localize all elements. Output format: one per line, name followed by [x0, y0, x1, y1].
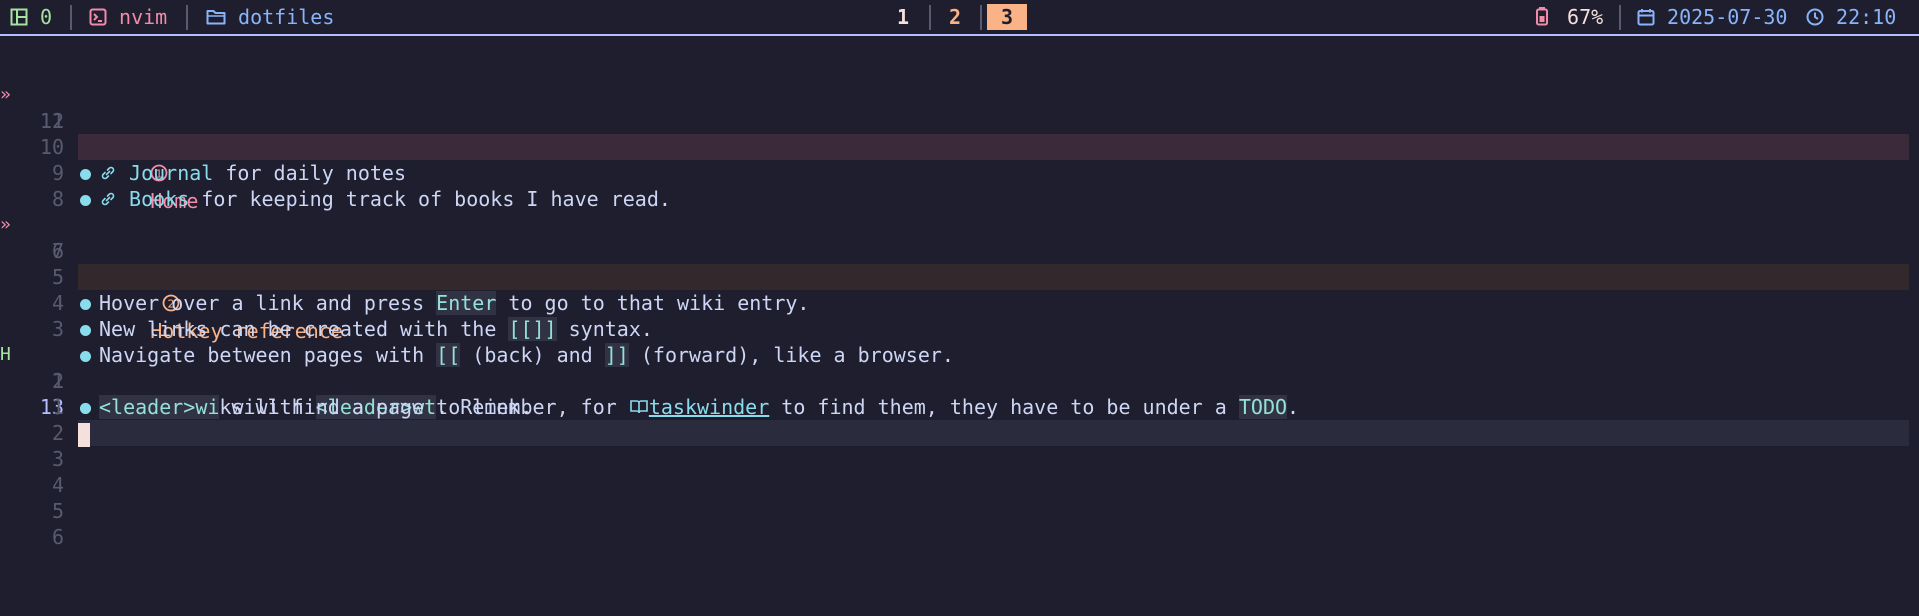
buffer-line[interactable]: » 12 1 Home: [0, 56, 1919, 213]
tmux-status-bar: 0 nvim dotfiles 1 2 3 67% 2025-07-30 22:…: [0, 0, 1919, 36]
line-number: 5: [51, 499, 64, 523]
divider: [929, 5, 931, 30]
buffer-line[interactable]: 5 Hover over a link and press Enter to g…: [0, 238, 1919, 315]
divider: [1619, 5, 1621, 30]
divider: [980, 5, 982, 30]
buffer-line[interactable]: 2: [0, 420, 1919, 446]
layout-icon: [10, 6, 28, 32]
divider: [186, 5, 188, 30]
directory-label: dotfiles: [238, 5, 335, 29]
line-number: 2: [51, 421, 64, 445]
cursor-line[interactable]: 13: [0, 368, 1919, 447]
tab-1[interactable]: 1: [897, 4, 909, 30]
buffer-line[interactable]: 9 Books for keeping track of books I hav…: [0, 134, 1919, 211]
buffer-line[interactable]: 6: [0, 212, 1919, 263]
line-number: 4: [51, 473, 64, 497]
terminal-icon: [89, 6, 107, 32]
line-number: 3: [51, 447, 64, 471]
window-name[interactable]: nvim: [89, 4, 167, 30]
buffer-line[interactable]: 4 New links can be created with the [[]]…: [0, 264, 1919, 341]
buffer-line[interactable]: 4: [0, 472, 1919, 498]
buffer-line[interactable]: 6: [0, 524, 1919, 550]
time-indicator: 22:10: [1806, 4, 1896, 30]
battery-indicator: 67%: [1535, 4, 1603, 30]
session-indicator[interactable]: 0: [10, 4, 52, 30]
buffer-line[interactable]: 3 Navigate between pages with [[ (back) …: [0, 290, 1919, 367]
buffer-line[interactable]: 8: [0, 160, 1919, 211]
line-number: 6: [51, 525, 64, 549]
folder-icon: [206, 6, 226, 32]
divider: [70, 5, 72, 30]
battery-percent: 67%: [1567, 5, 1604, 29]
calendar-icon: [1637, 6, 1655, 32]
clock-icon: [1806, 6, 1824, 32]
tab-3-active[interactable]: 3: [987, 4, 1027, 30]
date-indicator: 2025-07-30: [1637, 4, 1787, 30]
battery-icon: [1535, 6, 1549, 32]
buffer-line[interactable]: 3: [0, 446, 1919, 472]
buffer-line[interactable]: 5: [0, 498, 1919, 524]
buffer-line[interactable]: 10 Journal for daily notes: [0, 108, 1919, 185]
buffer-line[interactable]: 1 <leader>wi will find a page to link.: [0, 342, 1919, 419]
session-number: 0: [40, 5, 53, 29]
date-label: 2025-07-30: [1667, 5, 1788, 29]
time-label: 22:10: [1836, 5, 1897, 29]
tab-2[interactable]: 2: [949, 4, 961, 30]
buffer-line[interactable]: 1: [0, 394, 1919, 420]
buffer-line[interactable]: 11: [0, 82, 1919, 133]
buffer-line[interactable]: » 7 2 Hotkey reference: [0, 186, 1919, 343]
directory-indicator[interactable]: dotfiles: [206, 4, 334, 30]
window-name-label: nvim: [119, 5, 168, 29]
buffer-line[interactable]: H 2 Toggle tasks with <leader>wt. Rememb…: [0, 316, 1919, 419]
line-number: 1: [51, 395, 64, 419]
